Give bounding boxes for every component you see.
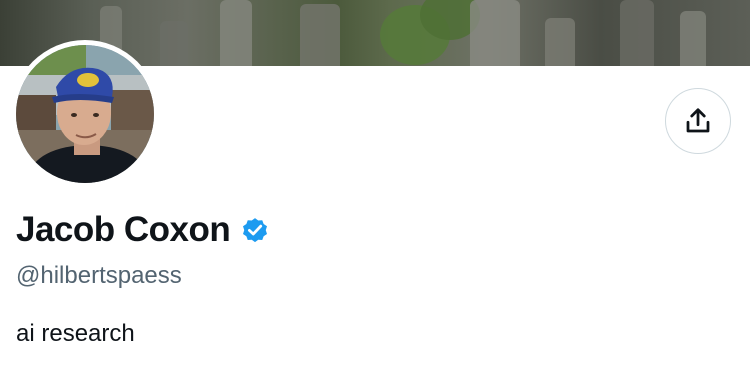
avatar-image xyxy=(16,45,154,183)
share-upload-icon xyxy=(686,108,710,133)
avatar-photo xyxy=(16,45,154,183)
profile-bio: ai research xyxy=(16,320,135,347)
verified-badge-icon[interactable] xyxy=(240,215,270,245)
user-handle: @hilbertspaess xyxy=(16,262,182,289)
share-button[interactable] xyxy=(665,88,731,154)
avatar[interactable] xyxy=(11,40,159,188)
name-row: Jacob Coxon xyxy=(16,210,270,250)
display-name: Jacob Coxon xyxy=(16,210,231,249)
